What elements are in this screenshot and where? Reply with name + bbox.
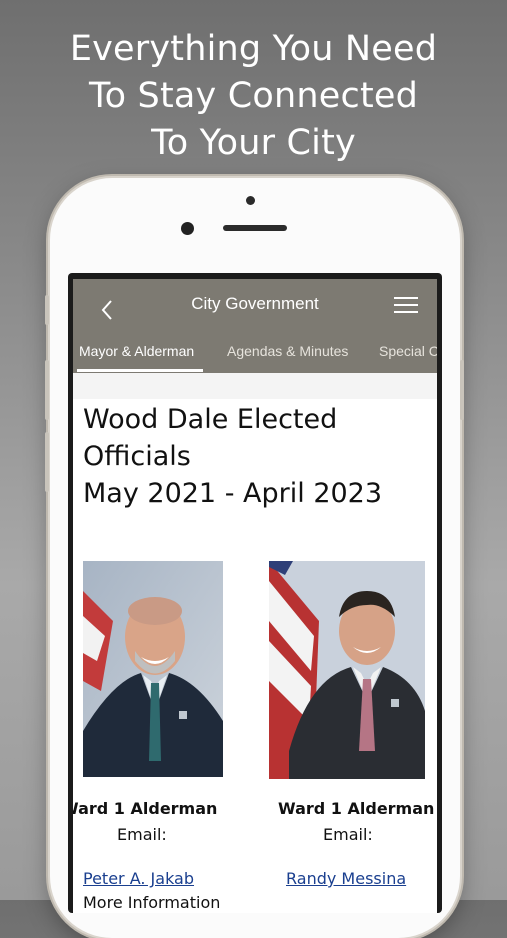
page-title: Wood Dale Elected Officials May 2021 - A… bbox=[83, 401, 433, 512]
earpiece-speaker bbox=[223, 225, 287, 231]
official-photo-1 bbox=[83, 561, 223, 777]
phone-screen: City Government Mayor & Alderman Agendas… bbox=[68, 273, 442, 913]
nav-title: City Government bbox=[191, 294, 319, 313]
officials-page: Wood Dale Elected Officials May 2021 - A… bbox=[73, 399, 437, 913]
mute-switch bbox=[45, 295, 49, 325]
hamburger-menu-icon[interactable] bbox=[394, 297, 418, 315]
official-photo-2 bbox=[269, 561, 425, 779]
tab-special[interactable]: Special C bbox=[379, 341, 437, 361]
tab-bar: Mayor & Alderman Agendas & Minutes Speci… bbox=[73, 335, 437, 373]
headline-line-3: To Your City bbox=[151, 123, 356, 163]
headline-line-1: Everything You Need bbox=[69, 29, 438, 69]
volume-up-button bbox=[45, 360, 49, 420]
page-title-line-2: Officials bbox=[83, 441, 191, 472]
page-title-line-3: May 2021 - April 2023 bbox=[83, 478, 383, 509]
power-button bbox=[460, 360, 464, 420]
tab-agendas-minutes[interactable]: Agendas & Minutes bbox=[227, 341, 348, 361]
official-1-role: Ward 1 Alderman bbox=[73, 799, 218, 818]
marketing-headline: Everything You Need To Stay Connected To… bbox=[0, 26, 507, 167]
content-area: Wood Dale Elected Officials May 2021 - A… bbox=[73, 373, 437, 913]
proximity-sensor-icon bbox=[181, 222, 194, 235]
official-1-name-link[interactable]: Peter A. Jakab bbox=[83, 869, 194, 888]
volume-down-button bbox=[45, 432, 49, 492]
official-2-role: Ward 1 Alderman bbox=[278, 799, 435, 818]
official-2-email-label: Email: bbox=[323, 825, 373, 844]
page-title-line-1: Wood Dale Elected bbox=[83, 404, 338, 435]
headline-line-2: To Stay Connected bbox=[88, 76, 419, 116]
official-1-email-label: Email: bbox=[117, 825, 167, 844]
tab-mayor-alderman[interactable]: Mayor & Alderman bbox=[79, 341, 194, 361]
front-camera-icon bbox=[246, 196, 255, 205]
official-2-name-link[interactable]: Randy Messina bbox=[286, 869, 406, 888]
official-1-more-info: More Information bbox=[83, 893, 221, 912]
active-tab-indicator bbox=[77, 369, 203, 372]
